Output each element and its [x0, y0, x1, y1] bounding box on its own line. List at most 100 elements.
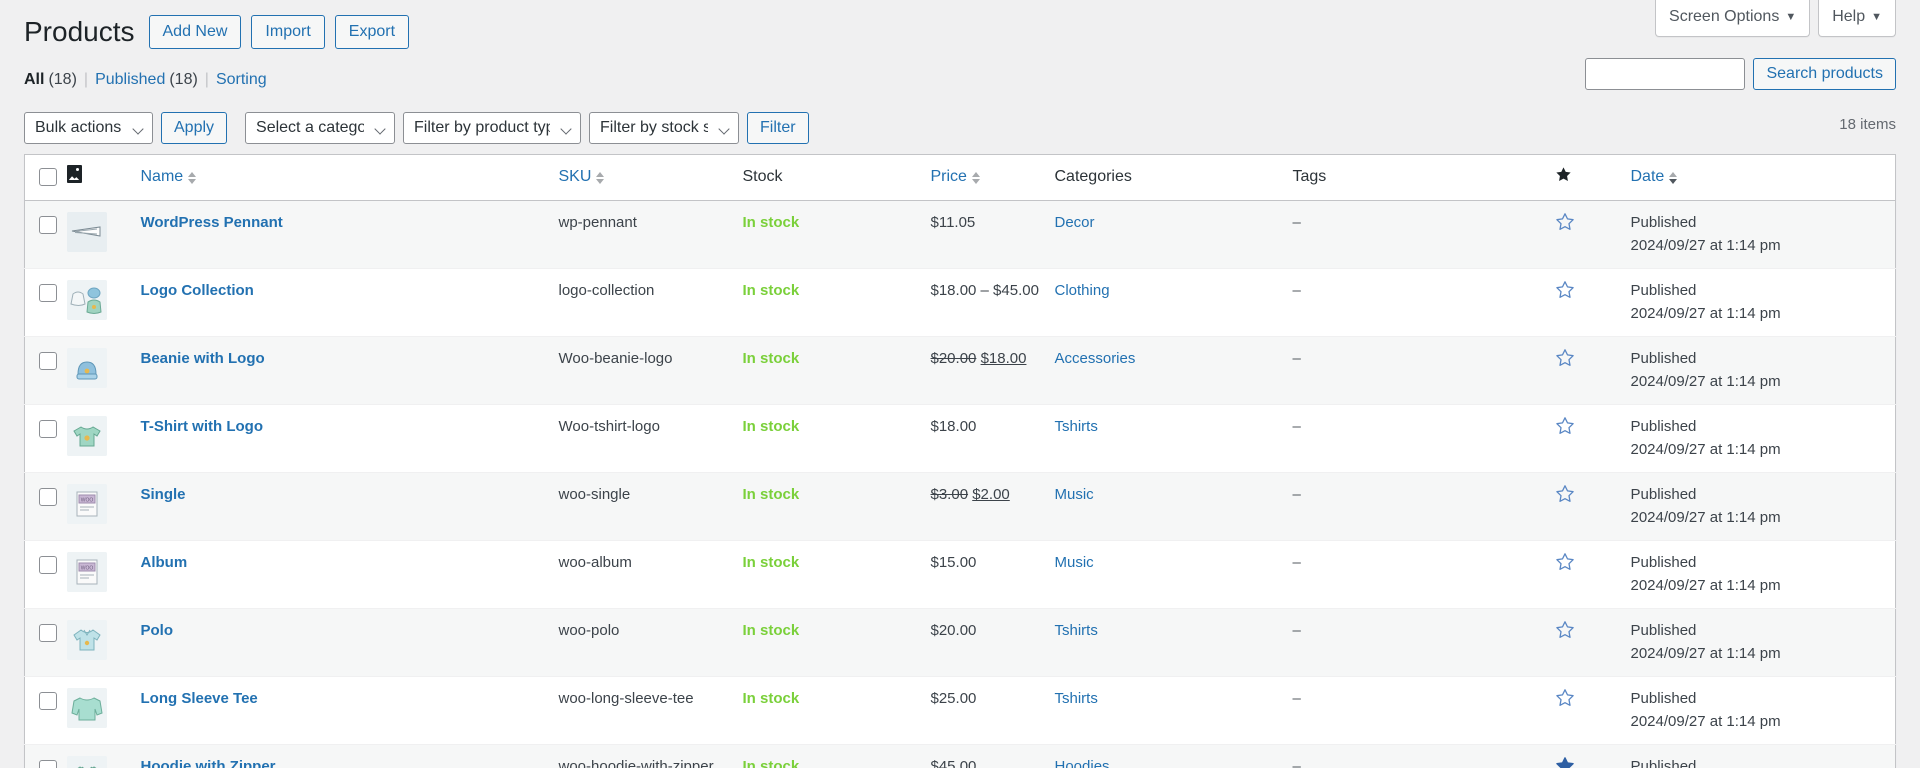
- stock-status: In stock: [742, 690, 800, 708]
- product-tags: –: [1292, 486, 1301, 504]
- row-date-cell: Published2024/09/27 at 1:14 pm: [1631, 269, 1896, 337]
- product-thumbnail[interactable]: [66, 280, 107, 321]
- product-name-link[interactable]: Logo Collection: [141, 282, 254, 299]
- row-checkbox[interactable]: [39, 760, 57, 768]
- screen-options-button[interactable]: Screen Options ▼: [1655, 0, 1811, 38]
- product-date: Published2024/09/27 at 1:14 pm: [1631, 348, 1886, 390]
- stock-status: In stock: [742, 350, 800, 368]
- product-date: Published2024/09/27 at 1:14 pm: [1631, 620, 1886, 662]
- table-row: Hoodie with Zipper woo-hoodie-with-zipper…: [24, 744, 1896, 768]
- product-category-link[interactable]: Decor: [1055, 214, 1095, 231]
- row-select-cell: [25, 609, 67, 677]
- filter-button[interactable]: Filter: [747, 112, 809, 145]
- export-button[interactable]: Export: [334, 15, 410, 49]
- product-sku: woo-single: [558, 486, 631, 504]
- featured-star-empty-icon[interactable]: [1555, 552, 1575, 572]
- view-all-link[interactable]: All: [24, 64, 44, 96]
- row-date-cell: Published2024/09/27 at 1:14 pm: [1631, 201, 1896, 269]
- table-header-row: Name SKU Stock Price Categories Tags Dat…: [24, 154, 1896, 202]
- row-checkbox[interactable]: [39, 420, 57, 439]
- row-stock-cell: In stock: [743, 473, 931, 541]
- row-featured-cell: [1555, 269, 1631, 337]
- row-checkbox[interactable]: [39, 488, 57, 507]
- product-thumbnail[interactable]: [66, 620, 107, 661]
- apply-button[interactable]: Apply: [161, 112, 228, 145]
- row-thumbnail-cell: WOO: [66, 473, 141, 541]
- row-select-cell: [25, 201, 67, 269]
- row-checkbox[interactable]: [39, 216, 57, 235]
- header-tags: Tags: [1292, 154, 1555, 202]
- product-category-link[interactable]: Tshirts: [1055, 690, 1098, 707]
- category-filter-select[interactable]: Select a category: [245, 112, 396, 145]
- product-name-link[interactable]: Long Sleeve Tee: [141, 690, 258, 707]
- product-thumbnail[interactable]: [66, 212, 107, 253]
- row-checkbox[interactable]: [39, 556, 57, 575]
- sort-price-link[interactable]: Price: [931, 167, 980, 188]
- sort-name-link[interactable]: Name: [141, 167, 197, 188]
- table-nav-top: Bulk actions Apply Select a category Fil…: [24, 108, 1896, 148]
- row-checkbox[interactable]: [39, 692, 57, 711]
- help-button[interactable]: Help ▼: [1818, 0, 1896, 38]
- product-name-link[interactable]: Hoodie with Zipper: [141, 758, 276, 768]
- search-input[interactable]: [1585, 58, 1746, 90]
- product-name-link[interactable]: Polo: [141, 622, 174, 639]
- product-name-link[interactable]: Album: [141, 554, 188, 571]
- row-tags-cell: –: [1293, 745, 1555, 768]
- stock-status: In stock: [742, 554, 800, 572]
- product-name-link[interactable]: Single: [141, 486, 186, 503]
- product-type-filter-wrap: Filter by product type: [403, 112, 582, 145]
- view-sorting-link[interactable]: Sorting: [216, 64, 267, 96]
- stock-status-filter-select[interactable]: Filter by stock status: [589, 112, 740, 145]
- product-category-link[interactable]: Music: [1055, 486, 1094, 503]
- product-sku: woo-album: [558, 554, 632, 572]
- sort-date-link[interactable]: Date: [1631, 167, 1678, 188]
- select-all-checkbox[interactable]: [39, 168, 57, 187]
- product-name-link[interactable]: WordPress Pennant: [141, 214, 283, 231]
- search-products-button[interactable]: Search products: [1753, 58, 1896, 90]
- product-thumbnail[interactable]: WOO: [66, 484, 107, 525]
- row-price-cell: $11.05: [931, 201, 1055, 269]
- product-name-link[interactable]: T-Shirt with Logo: [141, 418, 263, 435]
- header-featured: [1554, 154, 1631, 202]
- product-thumbnail[interactable]: [66, 688, 107, 729]
- featured-star-empty-icon[interactable]: [1555, 620, 1575, 640]
- row-thumbnail-cell: [66, 201, 141, 269]
- product-thumbnail[interactable]: WOO: [66, 552, 107, 593]
- featured-star-empty-icon[interactable]: [1555, 212, 1575, 232]
- row-checkbox[interactable]: [39, 352, 57, 371]
- sort-arrows-icon: [596, 171, 605, 184]
- chevron-down-icon: ▼: [1871, 11, 1882, 23]
- view-published-link[interactable]: Published: [95, 64, 165, 96]
- product-tags: –: [1292, 758, 1301, 768]
- featured-star-filled-icon[interactable]: [1555, 756, 1575, 768]
- row-checkbox[interactable]: [39, 284, 57, 303]
- featured-star-empty-icon[interactable]: [1555, 484, 1575, 504]
- product-type-filter-select[interactable]: Filter by product type: [403, 112, 582, 145]
- header-price-label: Price: [930, 168, 967, 186]
- price-sale: $2.00: [972, 486, 1010, 504]
- row-checkbox[interactable]: [39, 624, 57, 643]
- product-thumbnail[interactable]: [66, 348, 107, 389]
- product-category-link[interactable]: Tshirts: [1055, 418, 1098, 435]
- featured-star-empty-icon[interactable]: [1555, 416, 1575, 436]
- product-category-link[interactable]: Clothing: [1055, 282, 1110, 299]
- featured-star-empty-icon[interactable]: [1555, 280, 1575, 300]
- sort-sku-link[interactable]: SKU: [559, 167, 605, 188]
- featured-star-empty-icon[interactable]: [1555, 348, 1575, 368]
- product-thumbnail[interactable]: [66, 416, 107, 457]
- product-name-link[interactable]: Beanie with Logo: [141, 350, 265, 367]
- featured-star-empty-icon[interactable]: [1555, 688, 1575, 708]
- product-category-link[interactable]: Accessories: [1055, 350, 1136, 367]
- row-name-cell: Single: [141, 473, 559, 541]
- sort-arrows-icon: [971, 171, 980, 184]
- product-category-link[interactable]: Music: [1055, 554, 1094, 571]
- product-thumbnail[interactable]: [66, 756, 107, 768]
- image-icon: [66, 165, 82, 184]
- product-category-link[interactable]: Tshirts: [1055, 622, 1098, 639]
- bulk-actions-select[interactable]: Bulk actions: [24, 112, 153, 145]
- import-button[interactable]: Import: [251, 15, 325, 49]
- row-categories-cell: Accessories: [1055, 337, 1293, 405]
- add-new-button[interactable]: Add New: [148, 15, 242, 49]
- product-category-link[interactable]: Hoodies: [1055, 758, 1110, 768]
- row-tags-cell: –: [1293, 541, 1555, 609]
